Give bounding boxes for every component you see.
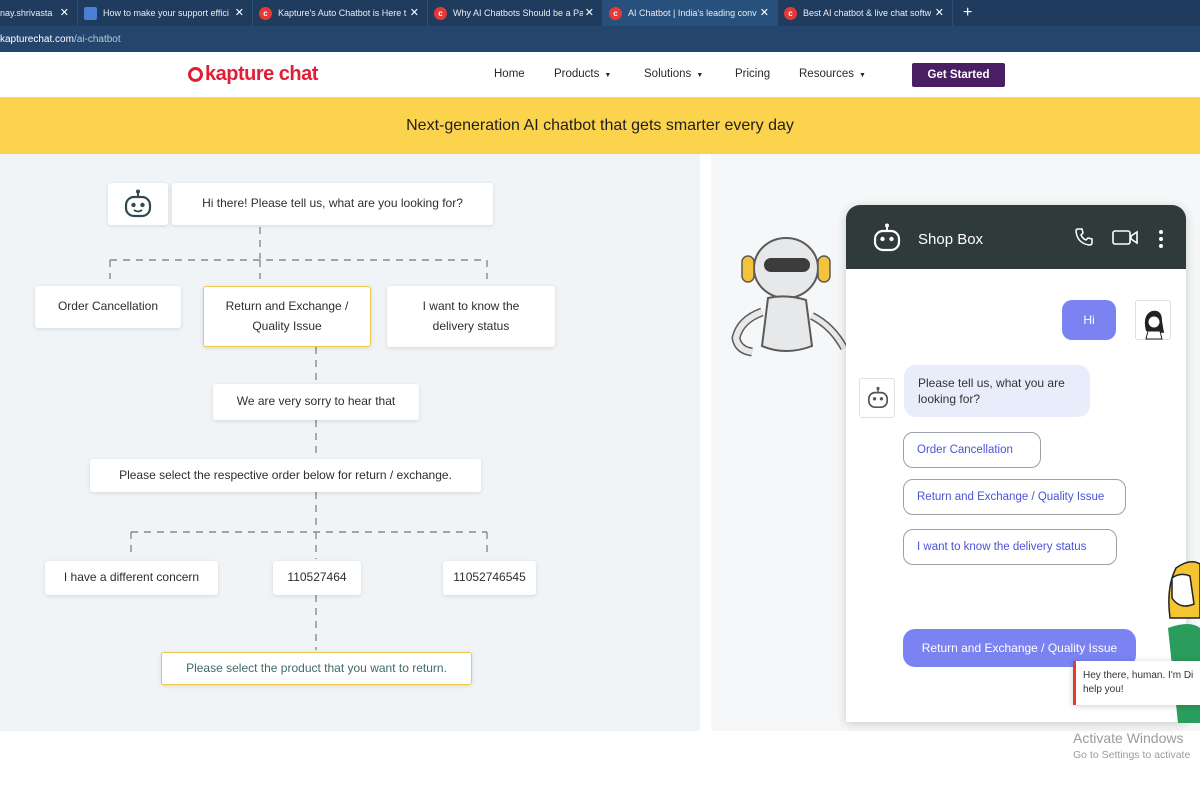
close-icon[interactable]: ✕ <box>585 6 594 19</box>
new-tab-button[interactable]: + <box>953 0 972 26</box>
caret-down-icon: ▼ <box>858 72 866 79</box>
site-header: kapture chat Home Products ▼ Solutions ▼ P… <box>0 52 1200 98</box>
nav-label: Home <box>494 68 525 80</box>
kapture-logo[interactable]: kapture chat <box>188 63 318 86</box>
browser-tab-active[interactable]: c AI Chatbot | India's leading conv ✕ <box>603 0 778 26</box>
nav-products[interactable]: Products ▼ <box>554 68 611 80</box>
address-path: /ai-chatbot <box>73 33 121 45</box>
robot-icon <box>873 223 901 252</box>
chat-invite-popup[interactable]: Hey there, human. I'm Di help you! <box>1073 661 1200 705</box>
browser-tab-bar: nay.shrivasta ✕ How to make your support… <box>0 0 1200 26</box>
tab-title: Why AI Chatbots Should be a Pa <box>453 8 583 18</box>
nav-pricing[interactable]: Pricing <box>735 68 770 80</box>
activate-windows-title: Activate Windows <box>1073 730 1184 746</box>
bot-avatar-small <box>859 378 895 418</box>
close-icon[interactable]: ✕ <box>410 6 419 19</box>
browser-tab[interactable]: c Why AI Chatbots Should be a Pa ✕ <box>428 0 603 26</box>
address-bar[interactable]: kapturechat.com/ai-chatbot <box>0 26 1200 52</box>
activate-windows-subtitle: Go to Settings to activate <box>1073 749 1191 761</box>
bot-message: Please tell us, what you are looking for… <box>904 365 1090 417</box>
caret-down-icon: ▼ <box>604 72 612 79</box>
logo-icon <box>188 67 203 82</box>
robot-mascot-illustration <box>731 237 848 357</box>
tab-title: AI Chatbot | India's leading conv <box>628 8 757 18</box>
close-icon[interactable]: ✕ <box>935 6 944 19</box>
browser-tab[interactable]: nay.shrivasta ✕ <box>0 0 78 26</box>
popup-text: Hey there, human. I'm Di help you! <box>1083 670 1194 695</box>
robot-icon <box>867 386 889 409</box>
browser-tab[interactable]: c Kapture's Auto Chatbot is Here t ✕ <box>253 0 428 26</box>
tab-title: nay.shrivasta <box>0 8 53 18</box>
flow-option-return-exchange: Return and Exchange / Quality Issue <box>203 286 371 347</box>
nav-label: Solutions <box>644 68 692 80</box>
tab-title: Kapture's Auto Chatbot is Here t <box>278 8 407 18</box>
tab-title: How to make your support effici <box>103 8 229 18</box>
chat-option-order-cancellation[interactable]: Order Cancellation <box>903 432 1041 468</box>
nav-solutions[interactable]: Solutions ▼ <box>644 68 703 80</box>
robot-icon <box>124 189 152 218</box>
nav-label: Pricing <box>735 68 771 80</box>
hero-banner: Next-generation AI chatbot that gets sma… <box>0 98 1200 154</box>
greeting-message: Hi there! Please tell us, what are you l… <box>172 183 493 225</box>
select-order-message: Please select the respective order below… <box>90 459 481 492</box>
chat-title: Shop Box <box>918 231 984 248</box>
kapture-icon: c <box>259 6 272 20</box>
page-bottom <box>0 731 1200 800</box>
nav-label: Products <box>554 68 600 80</box>
get-started-button[interactable]: Get Started <box>912 63 1005 87</box>
select-product-message: Please select the product that you want … <box>161 652 472 685</box>
user-avatar-icon <box>1144 310 1164 340</box>
tab-title: Best AI chatbot & live chat softw <box>803 8 932 18</box>
flow-option-order-cancellation: Order Cancellation <box>35 286 181 328</box>
chat-option-delivery-status[interactable]: I want to know the delivery status <box>903 529 1117 565</box>
docs-icon <box>84 6 97 20</box>
user-avatar <box>1135 300 1171 340</box>
logo-text: kapture chat <box>205 63 318 85</box>
video-call-icon[interactable] <box>1112 229 1138 246</box>
bot-avatar <box>108 183 168 225</box>
banner-text: Next-generation AI chatbot that gets sma… <box>406 117 794 134</box>
sorry-message: We are very sorry to hear that <box>213 384 419 420</box>
more-options-icon[interactable] <box>1158 229 1164 249</box>
kapture-icon: c <box>434 6 447 20</box>
order-option-110527464: 110527464 <box>273 561 361 595</box>
phone-call-icon[interactable] <box>1074 227 1094 247</box>
chat-header: Shop Box <box>846 205 1186 269</box>
order-option-different-concern: I have a different concern <box>45 561 218 595</box>
address-host: kapturechat.com <box>0 33 74 45</box>
nav-label: Resources <box>799 68 854 80</box>
flow-option-delivery-status: I want to know the delivery status <box>387 286 555 347</box>
kapture-icon: c <box>609 6 622 20</box>
browser-tab[interactable]: How to make your support effici ✕ <box>78 0 253 26</box>
caret-down-icon: ▼ <box>696 72 704 79</box>
close-icon[interactable]: ✕ <box>60 6 69 19</box>
order-option-11052746545: 11052746545 <box>443 561 536 595</box>
flow-diagram: Hi there! Please tell us, what are you l… <box>0 154 700 731</box>
close-icon[interactable]: ✕ <box>760 6 769 19</box>
nav-home[interactable]: Home <box>494 68 525 80</box>
close-icon[interactable]: ✕ <box>235 6 244 19</box>
user-message: Hi <box>1062 300 1116 340</box>
chat-option-return-exchange[interactable]: Return and Exchange / Quality Issue <box>903 479 1126 515</box>
flow-connectors <box>109 227 488 650</box>
browser-tab[interactable]: c Best AI chatbot & live chat softw ✕ <box>778 0 953 26</box>
kapture-icon: c <box>784 6 797 20</box>
nav-resources[interactable]: Resources ▼ <box>799 68 866 80</box>
